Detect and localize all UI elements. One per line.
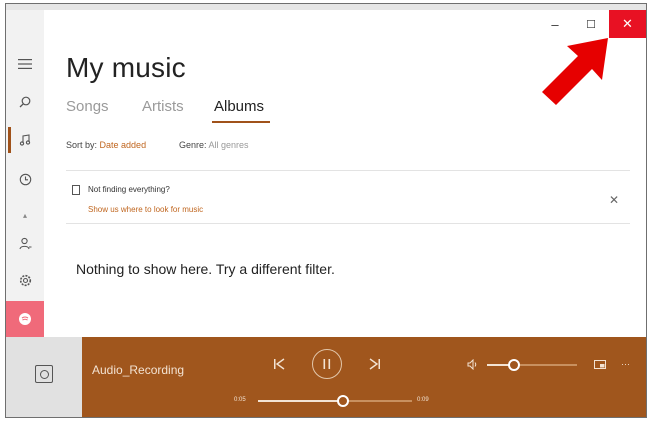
music-note-icon bbox=[19, 134, 31, 146]
search-button[interactable] bbox=[6, 86, 44, 118]
tab-songs[interactable]: Songs bbox=[66, 98, 109, 115]
listen-button[interactable] bbox=[6, 301, 44, 337]
notice-divider-top bbox=[66, 170, 630, 171]
seek-bar-fill bbox=[258, 400, 343, 402]
tab-artists[interactable]: Artists bbox=[142, 98, 184, 115]
sidebar-item-music[interactable] bbox=[6, 124, 44, 156]
genre-label: Genre: bbox=[179, 140, 207, 150]
hamburger-menu-button[interactable] bbox=[6, 48, 44, 80]
seek-thumb[interactable] bbox=[336, 395, 349, 407]
now-playing-bar: Audio_Recording 0:05 0:09 ··· bbox=[6, 337, 646, 417]
sidebar-item-recent[interactable] bbox=[6, 163, 44, 195]
player-controls: Audio_Recording 0:05 0:09 ··· bbox=[82, 337, 646, 417]
search-icon bbox=[19, 96, 31, 108]
hamburger-icon bbox=[18, 59, 32, 69]
volume-icon[interactable] bbox=[467, 359, 479, 370]
app-window: – ☐ ✕ ▴ My music Songs Artists Albums So… bbox=[5, 3, 647, 418]
play-pause-button[interactable] bbox=[312, 349, 342, 379]
notice-close-icon[interactable]: ✕ bbox=[609, 193, 619, 207]
close-button[interactable]: ✕ bbox=[609, 10, 646, 38]
sidebar-item-settings[interactable] bbox=[6, 264, 44, 296]
track-title[interactable]: Audio_Recording bbox=[92, 363, 184, 377]
tab-albums[interactable]: Albums bbox=[214, 98, 264, 115]
album-art[interactable] bbox=[6, 337, 82, 417]
next-track-icon[interactable] bbox=[368, 358, 381, 370]
sort-control[interactable]: Sort by: Date added bbox=[66, 140, 146, 150]
sidebar-separator-icon: ▴ bbox=[22, 210, 27, 220]
gear-icon bbox=[19, 274, 31, 286]
duration-time: 0:09 bbox=[417, 397, 429, 403]
genre-control[interactable]: Genre: All genres bbox=[179, 140, 249, 150]
notice-divider-bottom bbox=[66, 223, 630, 224]
listen-icon bbox=[19, 313, 31, 325]
more-options-icon[interactable]: ··· bbox=[621, 359, 630, 369]
document-icon bbox=[72, 185, 80, 195]
profile-icon bbox=[18, 237, 31, 249]
volume-thumb[interactable] bbox=[508, 359, 520, 371]
sidebar: ▴ bbox=[6, 10, 44, 337]
tab-active-underline bbox=[212, 121, 270, 123]
sort-value[interactable]: Date added bbox=[100, 140, 147, 150]
genre-value[interactable]: All genres bbox=[209, 140, 249, 150]
pointer-arrow-icon bbox=[542, 38, 608, 105]
minimize-button[interactable]: – bbox=[542, 10, 568, 38]
mini-view-icon[interactable] bbox=[594, 360, 606, 369]
pause-icon bbox=[323, 359, 331, 369]
empty-state-message: Nothing to show here. Try a different fi… bbox=[76, 261, 335, 277]
album-art-placeholder-icon bbox=[35, 365, 53, 383]
elapsed-time: 0:05 bbox=[234, 397, 246, 403]
notice-title: Not finding everything? bbox=[88, 185, 170, 194]
recent-clock-icon bbox=[19, 173, 31, 185]
sort-label: Sort by: bbox=[66, 140, 98, 150]
page-title: My music bbox=[66, 52, 186, 83]
sidebar-item-profile[interactable] bbox=[6, 227, 44, 259]
previous-track-icon[interactable] bbox=[273, 358, 286, 370]
maximize-button[interactable]: ☐ bbox=[578, 10, 604, 38]
notice-link[interactable]: Show us where to look for music bbox=[88, 205, 203, 214]
